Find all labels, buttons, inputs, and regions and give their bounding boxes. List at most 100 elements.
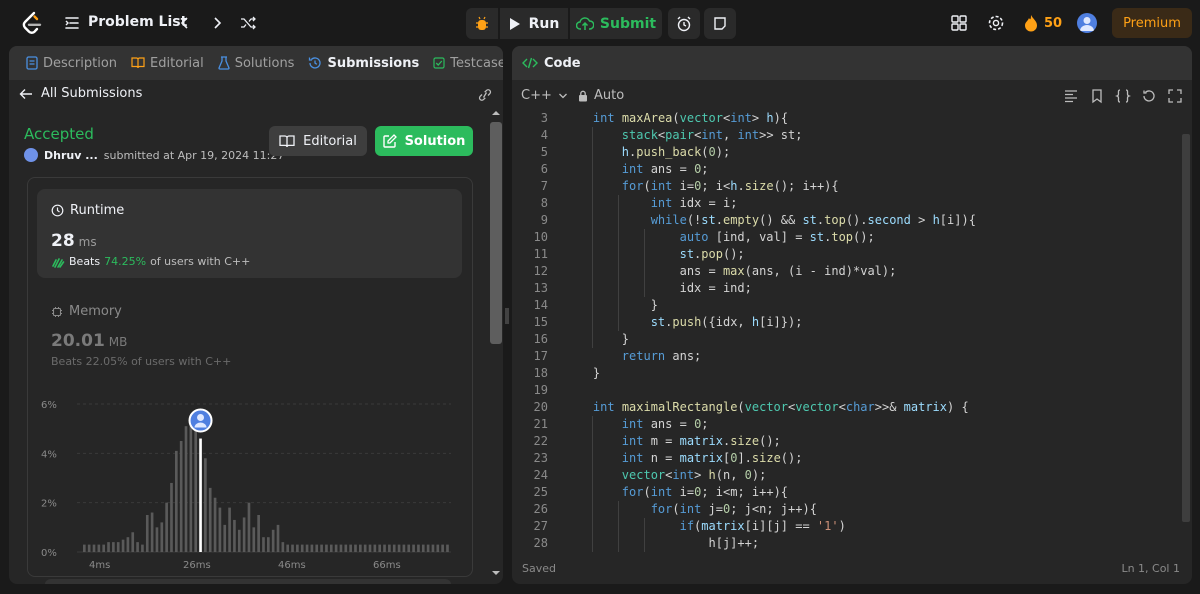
chart-bar[interactable]	[189, 416, 193, 552]
braces-icon[interactable]	[1115, 88, 1131, 104]
chart-bar[interactable]	[257, 515, 260, 552]
chart-bar[interactable]	[431, 544, 435, 552]
chart-bar[interactable]	[242, 517, 246, 552]
chart-bar[interactable]	[165, 502, 168, 552]
chart-bar[interactable]	[218, 507, 222, 552]
chart-bar[interactable]	[388, 544, 391, 552]
chart-bar[interactable]	[83, 544, 86, 552]
chart-bar[interactable]	[363, 544, 367, 552]
prev-problem-button[interactable]	[175, 13, 195, 33]
chart-bar[interactable]	[170, 482, 173, 552]
chart-bar[interactable]	[412, 544, 415, 552]
gear-icon[interactable]	[987, 14, 1005, 32]
share-link-icon[interactable]	[477, 88, 493, 102]
chart-bar[interactable]	[213, 497, 217, 552]
chart-bar[interactable]	[354, 544, 357, 552]
chart-bar[interactable]	[131, 532, 135, 552]
format-code-icon[interactable]	[1063, 88, 1079, 104]
chart-bar[interactable]	[344, 544, 348, 552]
chart-bar[interactable]	[107, 542, 110, 552]
chart-bar[interactable]	[112, 542, 115, 552]
chart-bar[interactable]	[194, 423, 198, 552]
chart-bar[interactable]	[334, 544, 338, 552]
chart-bar[interactable]	[436, 544, 440, 552]
fullscreen-icon[interactable]	[1167, 88, 1183, 104]
chart-bar[interactable]	[281, 542, 285, 552]
chart-bar[interactable]	[102, 544, 106, 552]
chart-bar[interactable]	[368, 544, 372, 552]
bookmark-icon[interactable]	[1089, 88, 1105, 104]
chart-bar[interactable]	[116, 542, 120, 552]
highlight-bar[interactable]	[199, 438, 202, 552]
chart-bar[interactable]	[426, 544, 430, 552]
chart-bar[interactable]	[392, 544, 396, 552]
submitter-name[interactable]: Dhruv ...	[44, 149, 98, 162]
panel-resize-handle[interactable]	[505, 308, 509, 324]
memory-card[interactable]: Memory 20.01 MB Beats 22.05% of users wit…	[51, 304, 231, 368]
debug-button[interactable]	[466, 8, 498, 39]
run-button[interactable]: Run	[500, 8, 568, 39]
scroll-down-icon[interactable]	[490, 569, 502, 577]
chart-bar[interactable]	[233, 519, 236, 552]
tab-editorial[interactable]: Editorial	[124, 46, 211, 80]
code-editor[interactable]: 3 int maxArea(vector<int> h){4 stack<pai…	[512, 110, 1180, 554]
tab-description[interactable]: Description	[19, 46, 124, 80]
layout-grid-icon[interactable]	[950, 14, 968, 32]
chart-bar[interactable]	[417, 544, 420, 552]
next-problem-button[interactable]	[207, 13, 227, 33]
chart-bar[interactable]	[126, 537, 130, 552]
chart-bar[interactable]	[97, 544, 101, 552]
problem-list-title[interactable]: Problem List	[88, 14, 187, 30]
runtime-distribution-chart[interactable]: 6% 4% 2% 0% 4ms 26ms 46ms 66ms	[39, 386, 459, 584]
timer-button[interactable]	[668, 8, 700, 39]
chart-bar[interactable]	[271, 529, 275, 552]
chart-bar[interactable]	[305, 544, 309, 552]
tab-submissions[interactable]: Submissions	[301, 46, 426, 80]
chart-bar[interactable]	[228, 507, 231, 552]
submitter-avatar[interactable]	[24, 148, 38, 162]
chart-bar[interactable]	[320, 544, 323, 552]
submit-button[interactable]: Submit	[570, 8, 662, 39]
chart-bar[interactable]	[397, 544, 401, 552]
notes-button[interactable]	[704, 8, 736, 39]
chart-bar[interactable]	[359, 544, 362, 552]
chart-bar[interactable]	[262, 537, 265, 552]
chart-bar[interactable]	[247, 502, 251, 552]
chart-bar[interactable]	[160, 522, 164, 552]
chart-bar[interactable]	[315, 544, 319, 552]
chart-bar[interactable]	[136, 542, 139, 552]
chart-bar[interactable]	[373, 544, 377, 552]
chart-bar[interactable]	[349, 544, 352, 552]
runtime-card[interactable]: Runtime 28 ms Beats 74.25% of users with …	[37, 189, 462, 278]
chart-bar[interactable]	[325, 544, 328, 552]
chart-bar[interactable]	[276, 524, 280, 552]
tab-testcase[interactable]: Testcase	[426, 46, 503, 80]
chart-bar[interactable]	[441, 544, 444, 552]
leetcode-logo-icon[interactable]	[20, 11, 44, 35]
user-avatar[interactable]	[1077, 13, 1097, 33]
chart-bar[interactable]	[141, 544, 144, 552]
chart-bar[interactable]	[267, 537, 270, 552]
chart-bar[interactable]	[329, 544, 333, 552]
chart-bar[interactable]	[150, 512, 154, 552]
chart-bar[interactable]	[402, 544, 406, 552]
reset-icon[interactable]	[1141, 88, 1157, 104]
chart-bar[interactable]	[339, 544, 343, 552]
chart-bar[interactable]	[378, 544, 382, 552]
chart-bar[interactable]	[121, 539, 125, 552]
tab-solutions[interactable]: Solutions	[211, 46, 302, 80]
tab-code[interactable]: Code	[512, 46, 581, 80]
chart-bar[interactable]	[175, 450, 178, 552]
chart-bar[interactable]	[310, 544, 314, 552]
chart-bar[interactable]	[179, 441, 183, 552]
chart-bar[interactable]	[155, 527, 159, 552]
left-scrollbar-thumb[interactable]	[490, 122, 502, 344]
code-scrollbar[interactable]	[1180, 110, 1192, 554]
random-problem-button[interactable]	[238, 13, 258, 33]
chart-bar[interactable]	[446, 544, 449, 552]
solution-button[interactable]: Solution	[375, 126, 473, 156]
language-select[interactable]: C++	[521, 88, 568, 103]
editorial-button[interactable]: Editorial	[269, 126, 367, 156]
chart-bar[interactable]	[92, 544, 96, 552]
chart-bar[interactable]	[87, 544, 91, 552]
